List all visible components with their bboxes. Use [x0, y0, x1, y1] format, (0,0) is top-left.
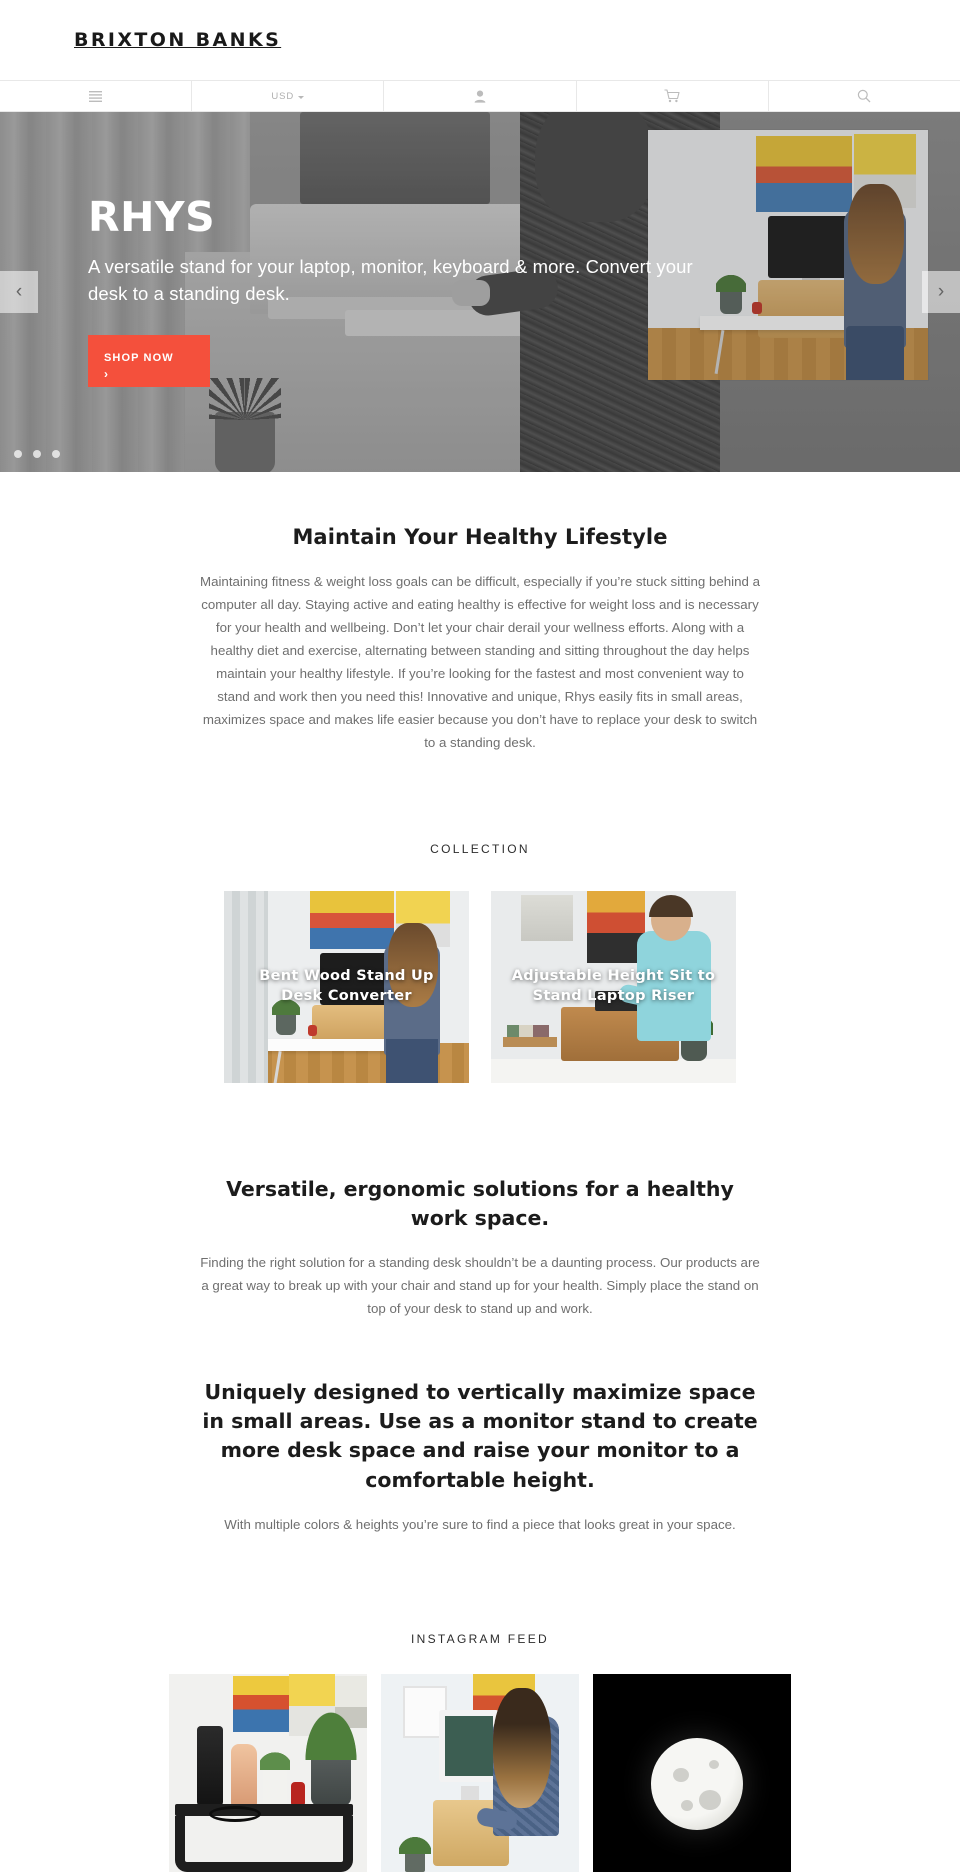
collection-section: COLLECTION Bent Wood Stand Up Desk Conve… — [0, 842, 960, 1083]
hero-subtitle: A versatile stand for your laptop, monit… — [88, 255, 693, 304]
value-prop-body-2: With multiple colors & heights you’re su… — [224, 1516, 736, 1532]
value-prop-heading-2: Uniquely designed to vertically maximize… — [202, 1380, 758, 1492]
collection-label: COLLECTION — [430, 842, 530, 856]
nav-menu-button[interactable] — [0, 81, 193, 111]
shop-now-button[interactable]: SHOP NOW › — [88, 335, 210, 388]
hero-title: RHYS — [88, 192, 216, 241]
value-prop-heading-1: Versatile, ergonomic solutions for a hea… — [226, 1177, 734, 1231]
chevron-right-icon: › — [104, 367, 110, 382]
hero-next-arrow[interactable]: › — [922, 271, 960, 313]
collection-grid: Bent Wood Stand Up Desk Converter Adjust… — [0, 891, 960, 1083]
site-header: BRIXTON BANKS — [0, 0, 960, 80]
value-props-section: Versatile, ergonomic solutions for a hea… — [0, 1175, 960, 1536]
collection-card-title: Adjustable Height Sit to Stand Laptop Ri… — [511, 968, 716, 1004]
instagram-section: INSTAGRAM FEED — [0, 1632, 960, 1872]
nav-cart-button[interactable] — [577, 81, 769, 111]
instagram-tile-moon[interactable] — [593, 1673, 791, 1872]
collection-card-adjustable-height-sit-to-stand-laptop-riser[interactable]: Adjustable Height Sit to Stand Laptop Ri… — [491, 891, 736, 1083]
instagram-grid — [0, 1673, 960, 1872]
hero-dot-1[interactable] — [14, 450, 22, 458]
nav-account-button[interactable] — [384, 81, 577, 111]
instagram-label: INSTAGRAM FEED — [411, 1631, 549, 1646]
nav-currency-selector[interactable]: USD — [192, 81, 385, 111]
instagram-tile-shelf-styling[interactable] — [169, 1673, 367, 1872]
collection-card-title: Bent Wood Stand Up Desk Converter — [259, 968, 434, 1004]
hero-pagination-dots — [14, 450, 60, 458]
utility-nav: USD — [0, 80, 960, 112]
currency-label: USD — [271, 90, 295, 102]
hero-slider: RHYS A versatile stand for your laptop, … — [0, 112, 960, 472]
site-logo[interactable]: BRIXTON BANKS — [74, 29, 281, 51]
hero-content: RHYS A versatile stand for your laptop, … — [88, 112, 848, 472]
hamburger-icon — [89, 90, 103, 102]
intro-section: Maintain Your Healthy Lifestyle Maintain… — [0, 472, 960, 754]
cart-icon — [664, 89, 680, 103]
collection-card-bent-wood-stand-up-desk-converter[interactable]: Bent Wood Stand Up Desk Converter — [224, 891, 469, 1083]
user-icon — [474, 90, 486, 103]
shop-now-label: SHOP NOW — [104, 352, 174, 365]
chevron-down-icon — [298, 95, 305, 99]
search-icon — [857, 89, 871, 103]
hero-dot-3[interactable] — [52, 450, 60, 458]
intro-heading: Maintain Your Healthy Lifestyle — [292, 525, 668, 549]
nav-search-button[interactable] — [769, 81, 960, 111]
value-prop-body-1: Finding the right solution for a standin… — [200, 1255, 760, 1317]
intro-body: Maintaining fitness & weight loss goals … — [200, 574, 761, 750]
hero-dot-2[interactable] — [33, 450, 41, 458]
hero-prev-arrow[interactable]: ‹ — [0, 271, 38, 313]
instagram-tile-standing-desk[interactable] — [381, 1673, 579, 1872]
